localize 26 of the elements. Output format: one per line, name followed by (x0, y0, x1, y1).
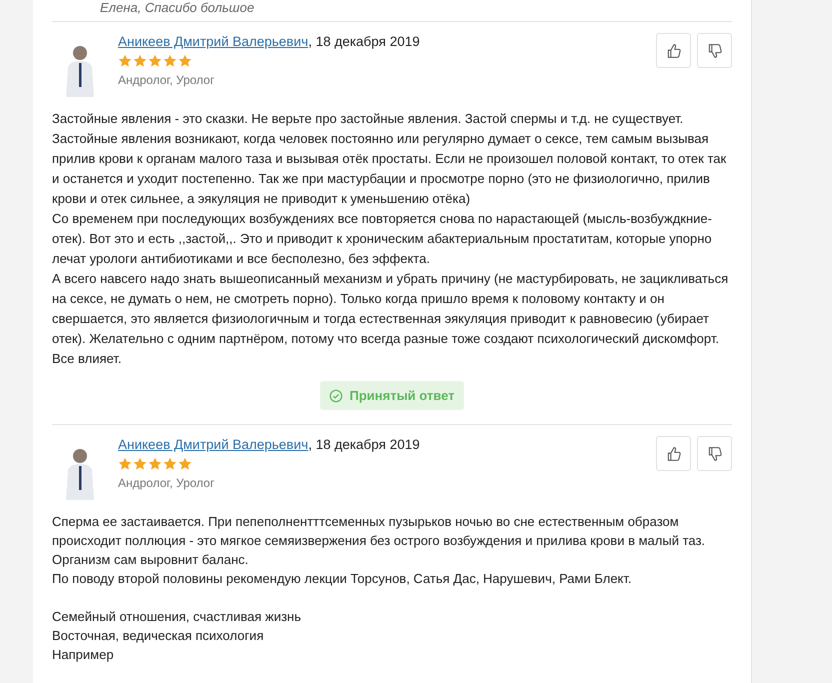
answer-paragraph: По поводу второй половины рекомендую лекции Торсунов, Сатья Дас, Нарушевич, Рами Блект. (52, 570, 633, 588)
specialty-text: Андролог, Уролог (118, 73, 216, 87)
accepted-answer-badge: Принятый ответ (320, 381, 464, 410)
thumbs-up-button[interactable] (656, 436, 691, 471)
thumbs-up-button[interactable] (656, 33, 691, 68)
thumbs-down-button[interactable] (697, 436, 732, 471)
thumbs-down-icon (706, 446, 722, 462)
answer-paragraph: Застойные явления - это сказки. Не верьте про застойные явления. Застой спермы и т.д. не существует. Застойные явления возникают, когда человек постоянно или регулярно думает о сексе, тем самым вызывая прилив крови к органам малого таза и вызывая отёк простаты. Если не произошел половой контакт, то отек так и останется и уходит постепенно. Так же при мастурбации и просмотре порно (это не физиологично, прилив крови и отек сильнее, а эякуляция не приводит к уменьшению отёка) (52, 110, 728, 208)
answer-paragraph: Семейный отношения, счастливая жизнь (52, 608, 302, 626)
answer-paragraph: Со временем при последующих возбуждениях все повторяется снова по нарастающей (мысль-возбуждкние-отек). Вот это и есть ,,застой,,. Это и приводит к хроническим абактериальным простатитам, которые упорно лечат урологи антибиотиками и все бесполезно, без эффекта. (52, 210, 713, 268)
comment-text: Елена, Спасибо большое (99, 0, 256, 15)
answer-paragraph: А всего навсего надо знать вышеописанный механизм и убрать причину (не мастурбировать, не зацикливаться на сексе, не думать о нем, не смотреть порно). Только когда пришло время к половому контакту и он свершается, это является физиологичным и тогда естественная эякуляция приводит к равновесию (убирает отек). Желательно с одним партнёром, потому что всегда разные тоже создают психологический дискомфорт. Все влияет. (52, 270, 730, 368)
answer-paragraph: Восточная, ведическая психология (52, 627, 265, 645)
check-circle-icon (329, 388, 344, 402)
answer-paragraph: Организм сам выровнит баланс. (52, 551, 250, 569)
author-link[interactable]: Аникеев Дмитрий Валерьевич (118, 34, 308, 49)
thumbs-up-icon (666, 42, 682, 58)
answer-paragraph: Например (52, 646, 115, 664)
answer-date: , 18 декабря 2019 (308, 34, 420, 49)
answer-date: , 18 декабря 2019 (308, 437, 420, 452)
thumbs-down-icon (706, 42, 722, 58)
answer-paragraph: Сперма ее застаивается. При пепеполнентттсеменных пузырьков ночью во сне естественным образом происходит поллюция - это мягкое семяизвержения без острого возбуждения и прилива крови в малый таз. (52, 513, 706, 550)
thumbs-down-button[interactable] (697, 33, 732, 68)
thumbs-up-icon (666, 446, 682, 462)
specialty-text: Андролог, Уролог (118, 476, 216, 490)
author-link[interactable]: Аникеев Дмитрий Валерьевич (118, 437, 308, 452)
